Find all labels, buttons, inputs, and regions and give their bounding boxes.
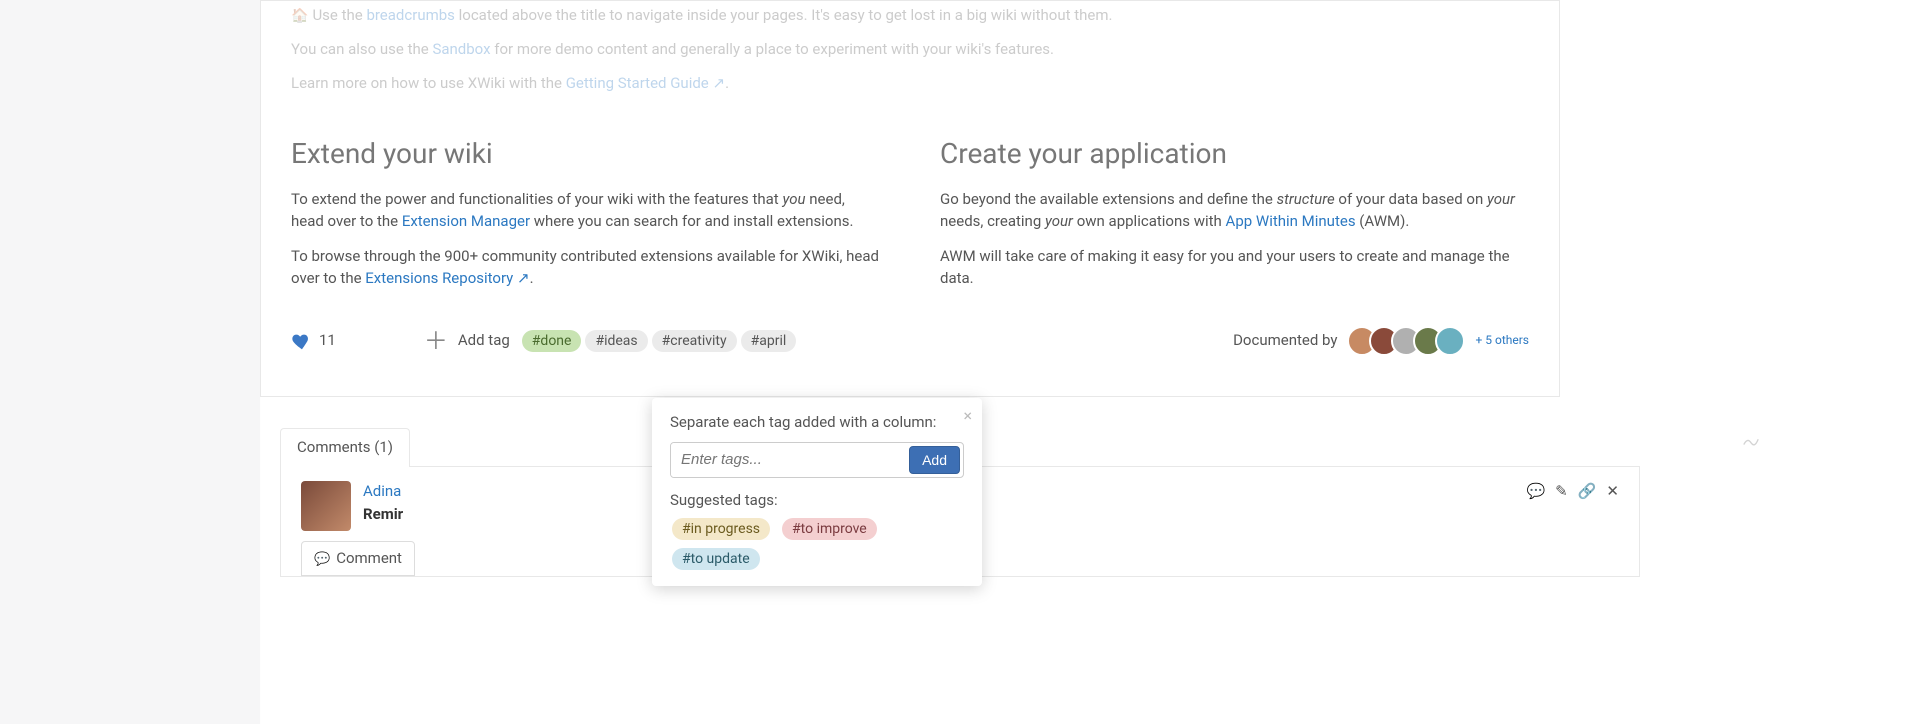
edit-icon[interactable]: ✎ [1555,481,1568,503]
comment-avatar[interactable] [301,481,351,531]
suggested-tag[interactable]: #in progress [672,518,770,540]
faded-intro: Use the breadcrumbs located above the ti… [291,5,1529,94]
footer-bar: 11 ＋ Add tag #done#ideas#creativity#apri… [261,304,1559,366]
sandbox-link[interactable]: Sandbox [432,40,490,58]
reply-icon[interactable]: 💬 [1526,481,1545,503]
scribble-icon [1742,432,1760,450]
avatar-stack[interactable] [1347,326,1465,356]
heart-icon [291,330,313,352]
tag[interactable]: #ideas [585,330,647,352]
like-button[interactable]: 11 [291,330,336,352]
extend-section: Extend your wiki To extend the power and… [291,106,880,304]
create-heading: Create your application [940,134,1529,175]
add-tag-popover: × Separate each tag added with a column:… [652,398,982,586]
getting-started-link[interactable]: Getting Started Guide ↗ [566,74,725,92]
link-icon[interactable]: 🔗 [1578,481,1597,503]
comment-body: Remir [363,504,403,526]
popover-close-icon[interactable]: × [963,404,972,427]
like-count: 11 [319,330,336,352]
suggested-tag[interactable]: #to improve [782,518,877,540]
tag-input[interactable] [671,443,906,477]
add-tag-label[interactable]: Add tag [458,330,510,352]
extend-heading: Extend your wiki [291,134,880,175]
breadcrumbs-link[interactable]: breadcrumbs [363,6,459,24]
avatar[interactable] [1435,326,1465,356]
comments-tab[interactable]: Comments (1) [280,428,410,467]
popover-instruction: Separate each tag added with a column: [670,412,964,434]
create-section: Create your application Go beyond the av… [940,106,1529,304]
comment-button[interactable]: Comment [301,541,415,577]
others-link[interactable]: + 5 others [1475,334,1529,348]
breadcrumb-home-icon [291,6,312,24]
add-tag-plus-icon[interactable]: ＋ [424,329,448,353]
extensions-repository-link[interactable]: Extensions Repository ↗ [365,269,529,287]
suggested-tag[interactable]: #to update [672,548,760,570]
add-button[interactable]: Add [909,446,960,474]
tag[interactable]: #april [741,330,797,352]
awm-link[interactable]: App Within Minutes [1226,212,1356,230]
extension-manager-link[interactable]: Extension Manager [402,212,530,230]
tag[interactable]: #creativity [652,330,737,352]
tag[interactable]: #done [522,330,582,352]
speech-icon [314,548,330,570]
suggested-label: Suggested tags: [670,490,964,512]
documented-by-label: Documented by [1233,330,1337,352]
delete-icon[interactable]: ✕ [1606,481,1619,503]
comment-user-link[interactable]: Adina [363,482,401,500]
